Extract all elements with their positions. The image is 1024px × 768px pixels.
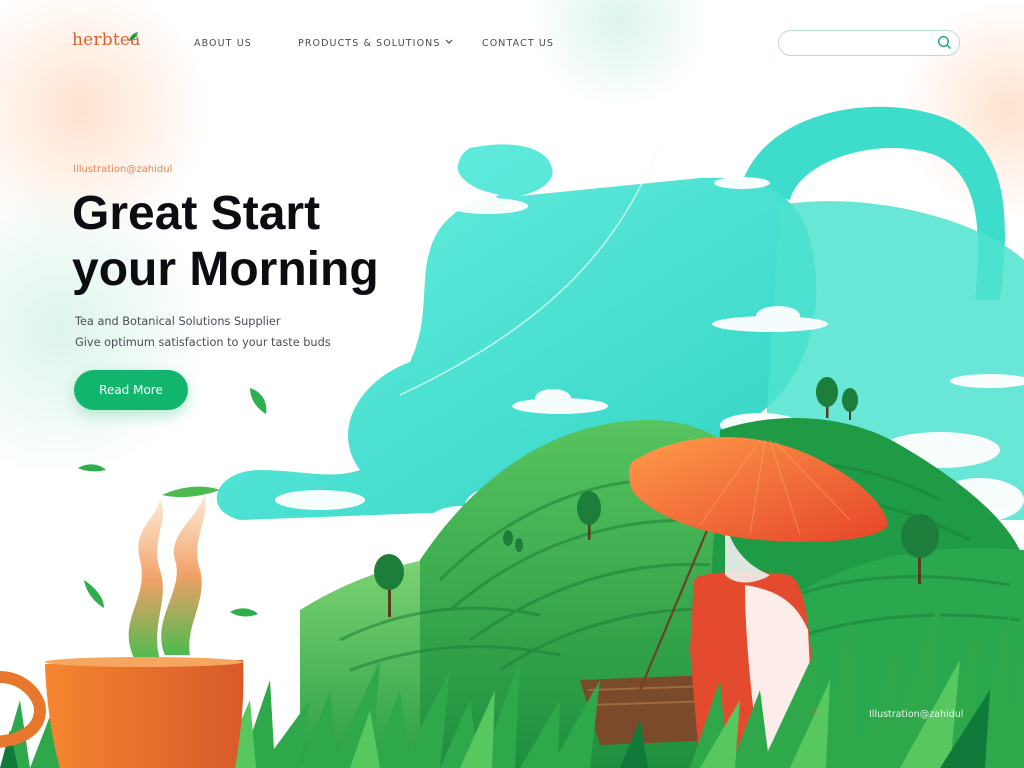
hero-headline-line1: Great Start — [72, 187, 321, 240]
search-icon[interactable] — [937, 35, 952, 50]
site-header: herbtea ABOUT US PRODUCTS & SOLUTIONS CO… — [0, 0, 1024, 88]
hero-headline: Great Start your Morning — [72, 186, 432, 298]
search-box — [778, 30, 960, 56]
illustration-watermark: Illustration@zahidul — [869, 709, 964, 720]
nav-products-solutions-label: PRODUCTS & SOLUTIONS — [298, 38, 441, 49]
leaf-icon — [128, 32, 138, 42]
nav-about-us[interactable]: ABOUT US — [194, 38, 252, 49]
illustration-credit: Illustration@zahidul — [73, 164, 173, 175]
read-more-button[interactable]: Read More — [74, 370, 188, 410]
nav-contact-us[interactable]: CONTACT US — [482, 38, 554, 49]
hero-subtitle: Tea and Botanical Solutions Supplier — [75, 315, 281, 328]
hero-tagline: Give optimum satisfaction to your taste … — [75, 336, 331, 349]
nav-products-solutions[interactable]: PRODUCTS & SOLUTIONS — [298, 38, 453, 49]
hero-headline-line2: your Morning — [72, 243, 379, 296]
chevron-down-icon — [445, 39, 452, 44]
search-input[interactable] — [789, 34, 933, 53]
